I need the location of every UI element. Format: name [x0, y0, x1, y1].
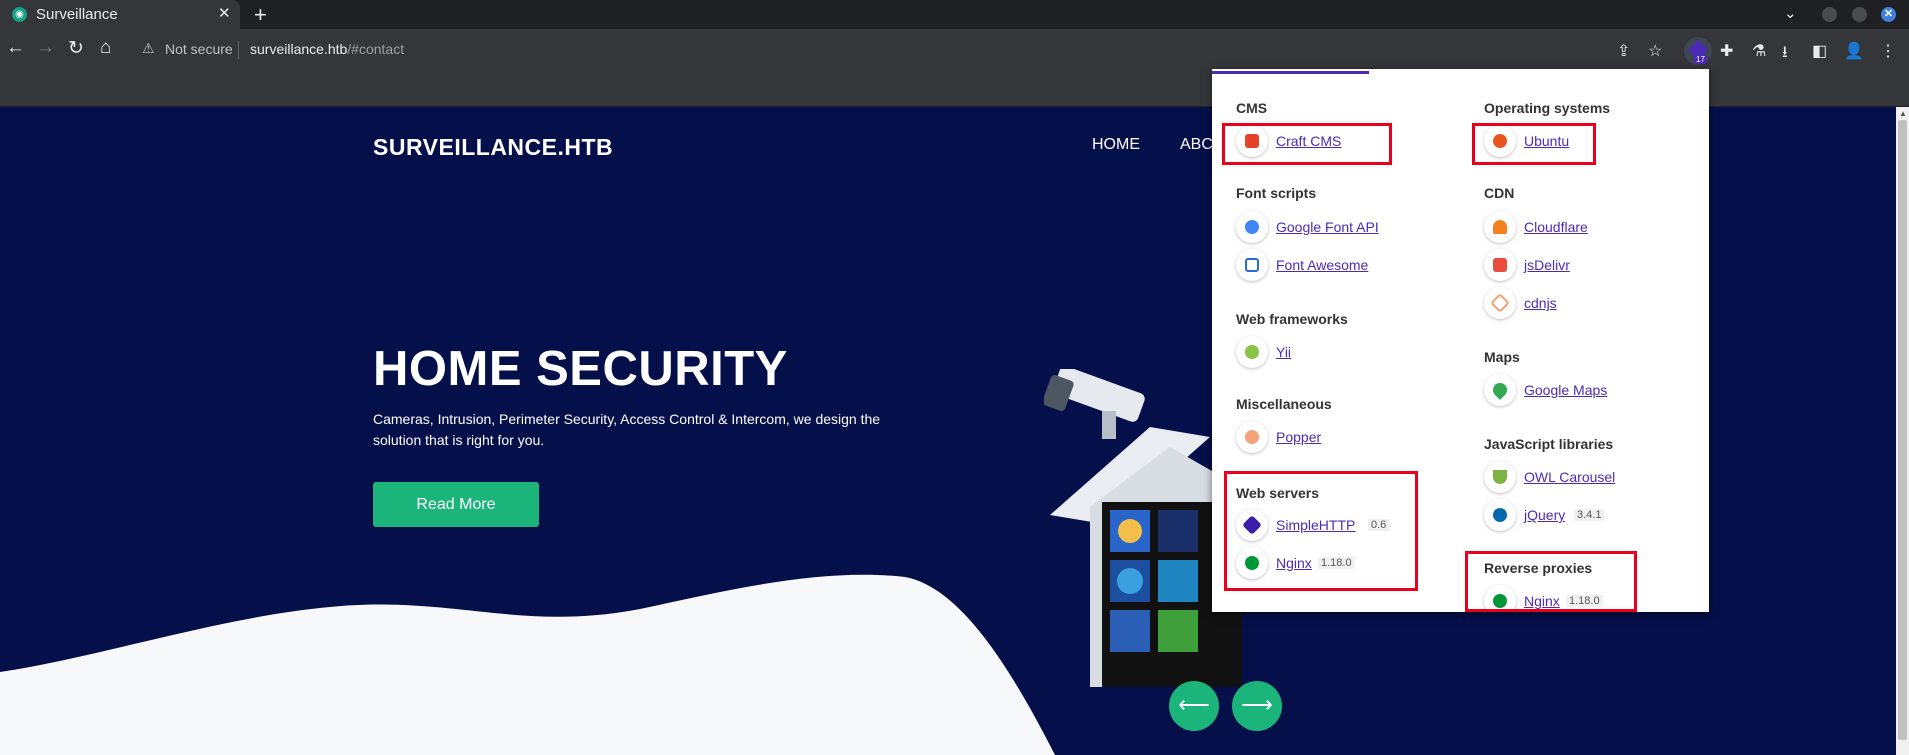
tech-name[interactable]: cdnjs [1524, 295, 1557, 311]
scrollbar-thumb[interactable] [1898, 120, 1907, 740]
side-panel-icon[interactable]: ◧ [1812, 41, 1827, 61]
jsdelivr-icon [1484, 249, 1516, 281]
tab-strip: ◉ Surveillance ✕ + ⌄ ✕ [0, 0, 1909, 29]
browser-tab[interactable]: ◉ Surveillance ✕ [0, 0, 240, 29]
read-more-button[interactable]: Read More [373, 482, 539, 527]
google-font-api-icon [1236, 211, 1268, 243]
wappalyzer-popup: CMS Craft CMS Font scripts Google Font A… [1212, 69, 1709, 612]
category-cdn: CDN [1484, 185, 1515, 201]
not-secure-label[interactable]: Not secure [165, 41, 233, 57]
address-bar[interactable]: ⚠ Not secure surveillance.htb/#contact [130, 33, 1660, 65]
tech-name[interactable]: Google Maps [1524, 382, 1607, 398]
hero-description: Cameras, Intrusion, Perimeter Security, … [373, 411, 881, 448]
menu-kebab-icon[interactable]: ⋮ [1880, 41, 1896, 61]
tech-version: 3.4.1 [1574, 509, 1605, 521]
back-icon[interactable]: ← [6, 37, 25, 59]
popup-active-tab-indicator [1212, 71, 1369, 74]
carousel-prev-button[interactable]: ⟵ [1169, 681, 1219, 731]
tech-name[interactable]: OWL Carousel [1524, 469, 1615, 485]
tech-name[interactable]: Google Font API [1276, 219, 1379, 235]
tab-search-chevron-icon[interactable]: ⌄ [1784, 4, 1797, 22]
carousel-next-button[interactable]: ⟶ [1232, 681, 1282, 731]
profile-icon[interactable]: 👤 [1844, 41, 1864, 61]
nav-home[interactable]: HOME [1092, 136, 1140, 154]
nav-about[interactable]: ABC [1180, 136, 1213, 154]
category-maps: Maps [1484, 349, 1520, 365]
scroll-up-icon[interactable]: ▲ [1899, 109, 1907, 118]
category-font-scripts: Font scripts [1236, 185, 1317, 201]
hero-title: HOME SECURITY [373, 342, 788, 396]
screen-tile [1158, 510, 1198, 552]
category-miscellaneous: Miscellaneous [1236, 396, 1332, 412]
close-tab-icon[interactable]: ✕ [218, 4, 231, 22]
new-tab-button[interactable]: + [254, 2, 267, 28]
yii-icon [1236, 336, 1268, 368]
tab-title: Surveillance [36, 6, 118, 23]
tech-item-google-font-api[interactable]: Google Font API [1236, 211, 1436, 245]
tech-item-google-maps[interactable]: Google Maps [1484, 374, 1664, 408]
extension-badge: 17 [1694, 55, 1707, 64]
tech-item-cloudflare[interactable]: Cloudflare [1484, 211, 1644, 245]
font-awesome-flag-icon [1236, 249, 1268, 281]
google-maps-pin-icon [1484, 374, 1516, 406]
highlight-box-reverse-proxies [1465, 551, 1637, 612]
site-favicon-icon: ◉ [12, 7, 27, 22]
owl-carousel-icon [1484, 461, 1516, 493]
labs-flask-icon[interactable]: ⚗ [1752, 41, 1766, 61]
minimize-button[interactable] [1822, 7, 1837, 22]
share-icon[interactable]: ⇪ [1617, 41, 1630, 61]
site-brand[interactable]: SURVEILLANCE.HTB [373, 134, 613, 161]
forward-icon[interactable]: → [36, 37, 55, 59]
category-web-frameworks: Web frameworks [1236, 311, 1348, 327]
category-javascript-libraries: JavaScript libraries [1484, 436, 1614, 452]
cloudflare-icon [1484, 211, 1516, 243]
tech-item-yii[interactable]: Yii [1236, 336, 1356, 370]
tech-name[interactable]: Yii [1276, 344, 1291, 360]
page-scrollbar[interactable]: ▲ [1896, 107, 1909, 755]
reload-icon[interactable]: ↻ [68, 37, 84, 60]
tech-item-owl-carousel[interactable]: OWL Carousel [1484, 461, 1664, 495]
tech-name[interactable]: Font Awesome [1276, 257, 1368, 273]
bookmark-star-icon[interactable]: ☆ [1648, 41, 1662, 61]
url-host: surveillance.htb [250, 41, 348, 57]
tech-name[interactable]: Cloudflare [1524, 219, 1588, 235]
tech-name[interactable]: jsDelivr [1524, 257, 1570, 273]
url-path: /#contact [347, 41, 405, 57]
tech-name[interactable]: Popper [1276, 429, 1321, 445]
category-cms: CMS [1236, 100, 1268, 116]
home-icon[interactable]: ⌂ [100, 37, 111, 59]
highlight-box-web-servers [1224, 471, 1418, 591]
download-icon[interactable]: ⭳ [1782, 41, 1788, 68]
tech-item-font-awesome[interactable]: Font Awesome [1236, 249, 1436, 283]
category-operating-systems: Operating systems [1484, 100, 1611, 116]
url-text[interactable]: surveillance.htb/#contact [250, 41, 404, 57]
warning-icon: ⚠ [142, 40, 155, 56]
tech-item-cdnjs[interactable]: cdnjs [1484, 287, 1644, 321]
tech-item-jsdelivr[interactable]: jsDelivr [1484, 249, 1644, 283]
highlight-box-craft-cms [1222, 123, 1392, 165]
popper-icon [1236, 421, 1268, 453]
tech-item-popper[interactable]: Popper [1236, 421, 1376, 455]
maximize-button[interactable] [1852, 7, 1867, 22]
close-window-button[interactable]: ✕ [1881, 7, 1896, 22]
divider [238, 41, 239, 59]
extensions-puzzle-icon[interactable]: ✚ [1720, 41, 1733, 61]
tech-item-jquery[interactable]: jQuery 3.4.1 [1484, 499, 1664, 533]
cdnjs-icon [1484, 287, 1516, 319]
highlight-box-ubuntu [1472, 123, 1596, 165]
tech-name[interactable]: jQuery [1524, 507, 1565, 523]
jquery-icon [1484, 499, 1516, 531]
